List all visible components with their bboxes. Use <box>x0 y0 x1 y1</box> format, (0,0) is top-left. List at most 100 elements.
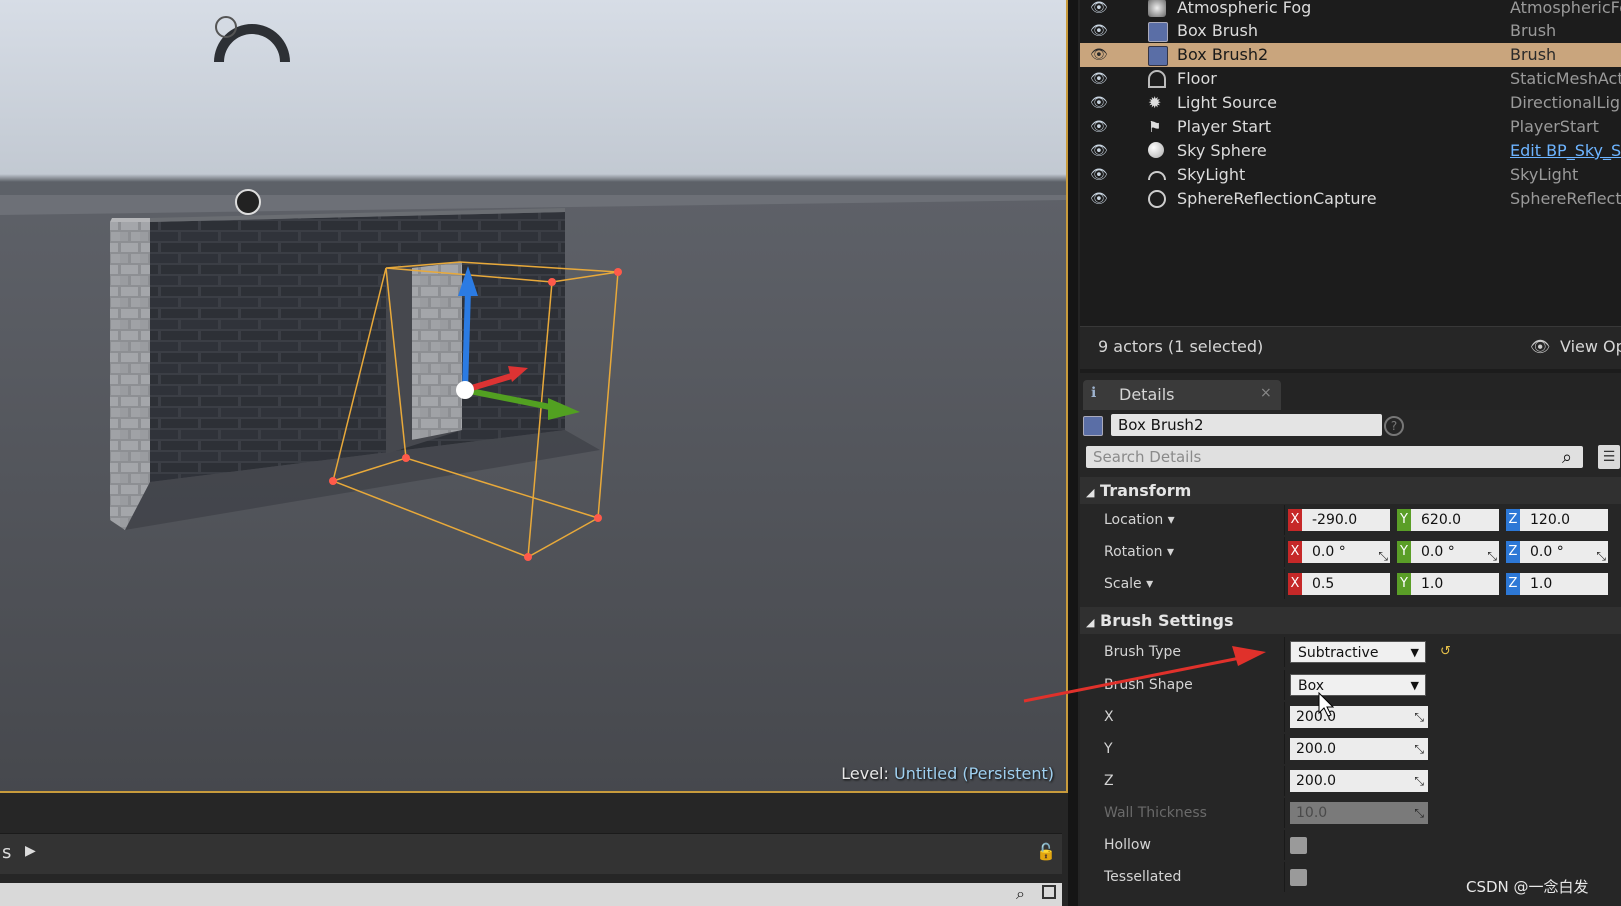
spin-arrows-icon: ⤡ <box>1414 742 1424 756</box>
scale-y-field[interactable]: Y 1.0 <box>1397 573 1501 595</box>
outliner-row-type: PlayerStart <box>1510 117 1599 136</box>
outliner-row-type: Brush <box>1510 21 1557 40</box>
edit-blueprint-link[interactable]: Edit BP_Sky_S <box>1510 139 1621 163</box>
brush-x-field[interactable]: 200.0 ⤡ <box>1290 706 1428 728</box>
scale-z-field[interactable]: Z 1.0 <box>1506 573 1610 595</box>
view-options-icon[interactable]: ☰ <box>1598 445 1620 469</box>
rotation-z-field[interactable]: Z 0.0 ° ⤡ <box>1506 541 1610 563</box>
skylight-icon <box>1148 171 1166 180</box>
brush-settings-section-header[interactable]: ◢ Brush Settings <box>1080 607 1621 634</box>
rotation-row: Rotation ▾ X 0.0 ° ⤡ Y 0.0 ° ⤡ Z 0.0 ° ⤡ <box>1080 537 1621 567</box>
sky-light-gizmo-icon[interactable] <box>214 16 290 62</box>
spin-arrows-icon: ⤡ <box>1414 806 1424 820</box>
scale-row: Scale ▾ X 0.5 Y 1.0 Z 1.0 <box>1080 569 1621 599</box>
level-viewport[interactable]: Level: Untitled (Persistent) <box>0 0 1068 793</box>
rotation-y-field[interactable]: Y 0.0 ° ⤡ <box>1397 541 1501 563</box>
brush-z-field[interactable]: 200.0 ⤡ <box>1290 770 1428 792</box>
details-search-input[interactable]: Search Details <box>1086 446 1583 468</box>
location-label[interactable]: Location ▾ <box>1104 505 1175 535</box>
rotation-label[interactable]: Rotation ▾ <box>1104 537 1174 567</box>
brush-x-row: X 200.0 ⤡ <box>1080 702 1621 732</box>
eye-icon[interactable]: 👁 <box>1090 163 1114 187</box>
eye-icon[interactable]: 👁 <box>1090 43 1114 67</box>
spin-arrows-icon: ⤡ <box>1414 710 1424 724</box>
outliner-row-label: Light Source <box>1177 93 1277 112</box>
eye-icon[interactable]: 👁 <box>1090 91 1114 115</box>
brush-y-field[interactable]: 200.0 ⤡ <box>1290 738 1428 760</box>
location-row: Location ▾ X -290.0 Y 620.0 Z 120.0 <box>1080 505 1621 535</box>
hollow-checkbox[interactable] <box>1290 837 1307 854</box>
hollow-label: Hollow <box>1104 837 1151 853</box>
viewport-scene[interactable] <box>0 0 1068 793</box>
brush-type-label: Brush Type <box>1104 644 1182 660</box>
sun-icon: ✹ <box>1148 93 1162 112</box>
brush-shape-dropdown[interactable]: Box ▼ <box>1290 674 1426 696</box>
tessellated-checkbox[interactable] <box>1290 869 1307 886</box>
eye-icon[interactable]: 👁 <box>1090 115 1114 139</box>
close-icon[interactable]: × <box>1260 385 1272 401</box>
brush-icon <box>1148 22 1168 42</box>
collapse-arrow-icon: ◢ <box>1086 486 1095 499</box>
view-options-button[interactable]: View Op <box>1560 337 1621 356</box>
section-title: Transform <box>1100 481 1192 500</box>
lock-icon[interactable]: 🔓 <box>1036 842 1056 861</box>
search-icon[interactable]: ⌕ <box>1562 447 1572 468</box>
brush-y-row: Y 200.0 ⤡ <box>1080 734 1621 764</box>
scale-x-field[interactable]: X 0.5 <box>1288 573 1392 595</box>
eye-icon[interactable]: 👁 <box>1090 19 1114 43</box>
outliner-footer: 9 actors (1 selected) 👁 View Op <box>1080 326 1621 369</box>
reset-to-default-icon[interactable]: ↺ <box>1440 637 1451 667</box>
info-icon: ℹ <box>1091 385 1097 401</box>
brush-type-dropdown[interactable]: Subtractive ▼ <box>1290 641 1426 663</box>
eye-icon[interactable]: 👁 <box>1090 67 1114 91</box>
outliner-row[interactable]: 👁 Floor StaticMeshActo <box>1080 67 1621 91</box>
spin-arrows-icon: ⤡ <box>1596 549 1606 563</box>
outliner-row-type: SkyLight <box>1510 165 1579 184</box>
section-title: Brush Settings <box>1100 611 1234 630</box>
outliner-row-label: Box Brush <box>1177 21 1258 40</box>
location-x-field[interactable]: X -290.0 <box>1288 509 1392 531</box>
level-prefix: Level: <box>841 764 889 783</box>
outliner-row[interactable]: 👁 SkyLight SkyLight <box>1080 163 1621 187</box>
eye-icon[interactable]: 👁 <box>1090 187 1114 211</box>
outliner-row[interactable]: 👁 Atmospheric Fog AtmosphericFo <box>1080 0 1621 20</box>
expand-arrow-icon[interactable]: ▶ <box>25 843 36 859</box>
eye-icon[interactable]: 👁 <box>1090 0 1114 20</box>
static-mesh-icon <box>1148 70 1166 88</box>
location-y-field[interactable]: Y 620.0 <box>1397 509 1501 531</box>
content-bar-label: s <box>2 842 12 863</box>
wall-thickness-row: Wall Thickness 10.0 ⤡ <box>1080 798 1621 828</box>
transform-section-header[interactable]: ◢ Transform <box>1080 477 1621 504</box>
brush-x-label: X <box>1104 709 1114 725</box>
brush-shape-row: Brush Shape Box ▼ <box>1080 670 1621 700</box>
brush-shape-label: Brush Shape <box>1104 677 1193 693</box>
rotation-x-field[interactable]: X 0.0 ° ⤡ <box>1288 541 1392 563</box>
help-icon[interactable]: ? <box>1384 416 1404 436</box>
collapse-arrow-icon: ◢ <box>1086 616 1095 629</box>
search-icon[interactable]: ⌕ <box>1016 884 1025 904</box>
outliner-row-selected[interactable]: 👁 Box Brush2 Brush <box>1080 43 1621 67</box>
brush-z-label: Z <box>1104 773 1114 789</box>
content-browser-bar: s ▶ 🔓 <box>0 833 1062 874</box>
outliner-row-label: Atmospheric Fog <box>1177 0 1312 17</box>
actor-name-field[interactable]: Box Brush2 <box>1111 414 1382 436</box>
level-name-link[interactable]: Untitled (Persistent) <box>894 764 1054 783</box>
watermark-text: CSDN @一念白发 <box>1466 878 1589 896</box>
spin-arrows-icon: ⤡ <box>1487 549 1497 563</box>
outliner-row[interactable]: 👁 ✹ Light Source DirectionalLigh <box>1080 91 1621 115</box>
outliner-row-label: SkyLight <box>1177 165 1246 184</box>
fog-icon <box>1148 0 1166 17</box>
scale-label[interactable]: Scale ▾ <box>1104 569 1153 599</box>
outliner-row[interactable]: 👁 ⚑ Player Start PlayerStart <box>1080 115 1621 139</box>
outliner-row[interactable]: 👁 Box Brush Brush <box>1080 19 1621 43</box>
brush-z-row: Z 200.0 ⤡ <box>1080 766 1621 796</box>
tab-details[interactable]: ℹ Details × <box>1083 380 1281 410</box>
save-icon[interactable] <box>1042 885 1056 899</box>
wall-thickness-label: Wall Thickness <box>1104 805 1207 821</box>
outliner-row[interactable]: 👁 Sky Sphere Edit BP_Sky_S <box>1080 139 1621 163</box>
world-outliner: 👁 Atmospheric Fog AtmosphericFo 👁 Box Br… <box>1080 0 1621 373</box>
eye-icon[interactable]: 👁 <box>1090 139 1114 163</box>
location-z-field[interactable]: Z 120.0 <box>1506 509 1610 531</box>
content-search-strip[interactable]: ⌕ <box>0 883 1062 906</box>
outliner-row[interactable]: 👁 SphereReflectionCapture SphereReflecti… <box>1080 187 1621 211</box>
